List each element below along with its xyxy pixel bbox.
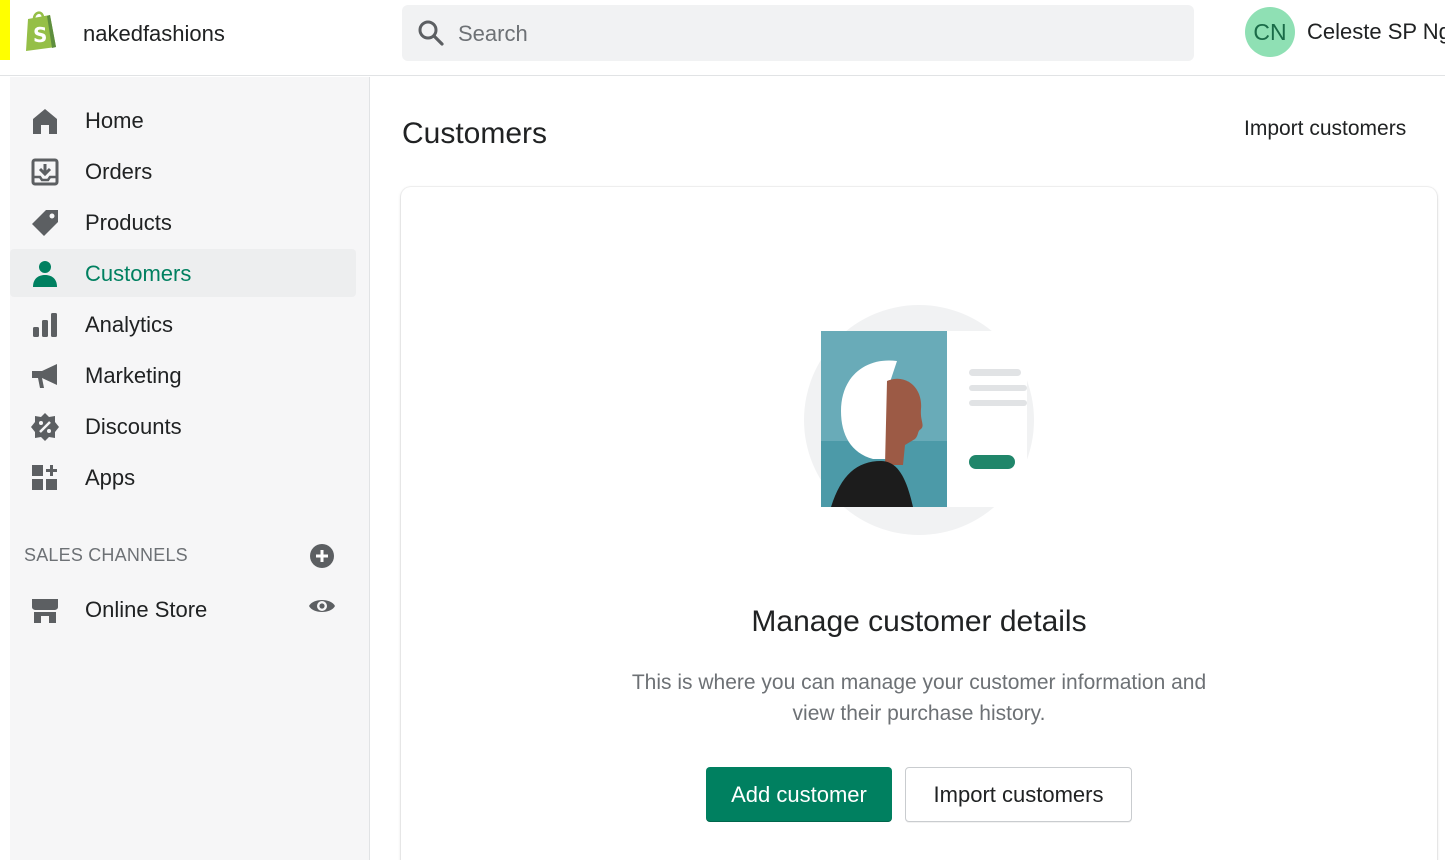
- megaphone-icon: [32, 364, 57, 388]
- add-channel-icon[interactable]: [309, 543, 335, 569]
- empty-state-heading: Manage customer details: [751, 605, 1087, 638]
- search-bar[interactable]: Search: [402, 5, 1194, 61]
- sidebar-item-discounts[interactable]: Discounts: [10, 402, 356, 450]
- search-icon: [418, 20, 444, 46]
- sidebar-item-label: Analytics: [85, 312, 174, 337]
- search-input[interactable]: Search: [458, 21, 528, 47]
- sales-channels-title: SALES CHANNELS: [24, 545, 188, 565]
- avatar[interactable]: CN: [1245, 7, 1295, 57]
- sidebar-item-label: Products: [85, 210, 172, 235]
- sidebar-item-label: Orders: [85, 159, 153, 184]
- apps-icon: [32, 465, 57, 490]
- home-icon: [33, 109, 57, 134]
- eye-icon[interactable]: [308, 595, 336, 617]
- highlight-mark: [0, 0, 10, 60]
- sidebar-item-marketing[interactable]: Marketing: [10, 351, 356, 399]
- tag-icon: [32, 210, 58, 236]
- sidebar-item-online-store[interactable]: Online Store: [10, 585, 356, 633]
- import-customers-button[interactable]: Import customers: [905, 767, 1132, 822]
- sidebar-item-label: Apps: [85, 465, 136, 490]
- sidebar-item-home[interactable]: Home: [10, 96, 356, 144]
- sidebar-item-label: Discounts: [85, 414, 182, 439]
- sidebar: Home Orders Products Customers Analytics: [10, 77, 370, 860]
- add-customer-button[interactable]: Add customer: [706, 767, 892, 822]
- import-customers-link[interactable]: Import customers: [1244, 117, 1406, 141]
- discount-icon: [31, 413, 59, 441]
- sidebar-item-label: Home: [85, 108, 144, 133]
- user-name[interactable]: Celeste SP Ng: [1307, 19, 1445, 45]
- empty-state-card: Manage customer details This is where yo…: [401, 187, 1437, 860]
- customer-profile-illustration: [804, 305, 1034, 535]
- sidebar-item-products[interactable]: Products: [10, 198, 356, 246]
- sidebar-item-label: Marketing: [85, 363, 182, 388]
- shopify-logo-icon[interactable]: S: [22, 9, 60, 51]
- top-bar: S nakedfashions Search CN Celeste SP Ng: [0, 0, 1445, 76]
- page-title: Customers: [402, 117, 548, 150]
- bar-chart-icon: [33, 313, 57, 337]
- empty-state-description: This is where you can manage your custom…: [631, 671, 1207, 725]
- sidebar-item-analytics[interactable]: Analytics: [10, 300, 356, 348]
- store-icon: [32, 599, 58, 623]
- sidebar-item-label: Online Store: [85, 597, 208, 622]
- person-icon: [33, 261, 57, 287]
- sidebar-item-label: Customers: [85, 261, 192, 286]
- orders-icon: [31, 158, 59, 186]
- store-name[interactable]: nakedfashions: [83, 21, 225, 47]
- sidebar-item-orders[interactable]: Orders: [10, 147, 356, 195]
- sidebar-item-customers[interactable]: Customers: [10, 249, 356, 297]
- svg-text:S: S: [33, 23, 47, 47]
- sidebar-item-apps[interactable]: Apps: [10, 453, 356, 501]
